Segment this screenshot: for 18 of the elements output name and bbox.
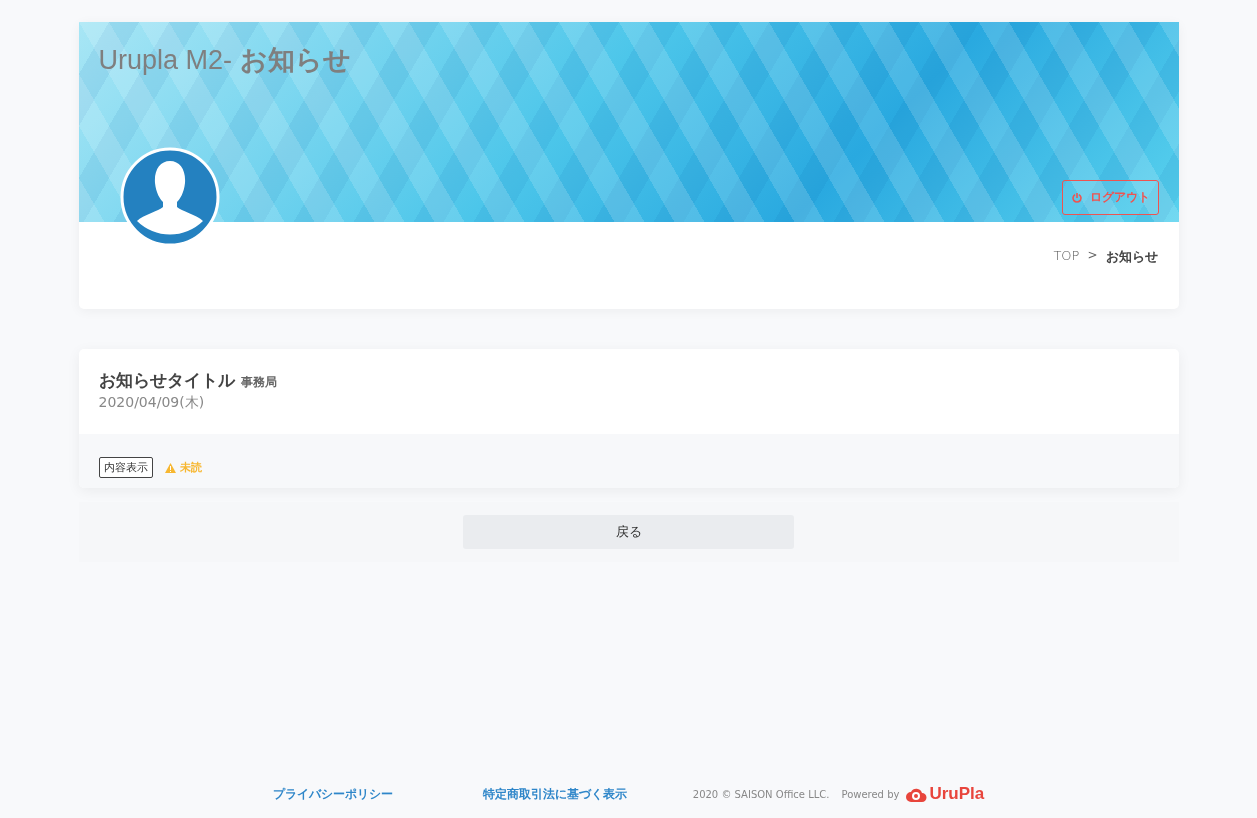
notice-sender: 事務局: [240, 374, 277, 391]
logo-text: UruPla: [929, 784, 985, 804]
footer-link[interactable]: 特定商取引法に基づく表示: [482, 785, 627, 803]
notice-title: お知らせタイトル: [98, 369, 235, 392]
page-title: Urupla M2- お知らせ: [98, 44, 352, 77]
breadcrumb-item: お知らせ: [1105, 248, 1158, 266]
breadcrumb-separator: >: [1087, 248, 1098, 262]
back-button[interactable]: 戻る: [463, 515, 794, 549]
power-icon: [1070, 191, 1083, 204]
notice-date: 2020/04/09(木): [98, 394, 206, 412]
copyright-text: 2020 © SAISON Office LLC.: [692, 788, 830, 800]
powered-by-text: Powered by: [841, 788, 900, 800]
avatar-silhouette-icon: [119, 147, 220, 247]
breadcrumb-item[interactable]: TOP: [1053, 248, 1080, 263]
show-content-button[interactable]: 内容表示: [98, 457, 153, 478]
warning-icon: [164, 462, 176, 473]
unread-status: 未読: [179, 460, 202, 475]
footer-link[interactable]: プライバシーポリシー: [272, 785, 393, 803]
